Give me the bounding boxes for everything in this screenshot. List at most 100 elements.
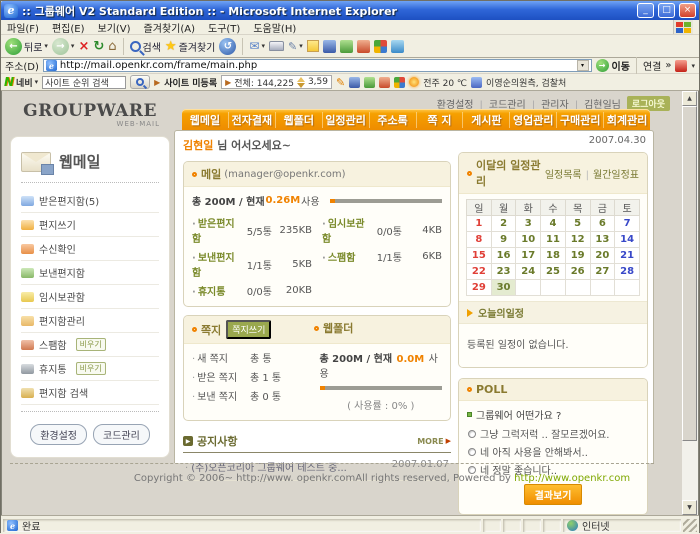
nav-webfolder[interactable]: 웹폴더 (276, 112, 323, 128)
sidebar-item-folder-manage[interactable]: 편지함관리 (21, 309, 159, 333)
sidebar-item-mail-search[interactable]: 편지함 검색 (21, 381, 159, 405)
menu-file[interactable]: 파일(F) (7, 20, 39, 35)
scrollbar-thumb[interactable] (682, 106, 697, 441)
nav-accounting[interactable]: 회계관리 (604, 112, 650, 128)
folder-link[interactable]: 임시보관함 (322, 215, 370, 245)
address-input[interactable]: e http://mail.openkr.com/frame/main.php … (43, 59, 592, 72)
folder-link[interactable]: 보낸편지함 (192, 249, 240, 279)
nav-contacts[interactable]: 주소록 (370, 112, 417, 128)
code-manage-button[interactable]: 코드관리 (93, 424, 150, 445)
folder-link[interactable]: 스팸함 (322, 249, 370, 264)
memo-row-label[interactable]: 보낸 쪽지 (192, 388, 250, 403)
addon-button-2[interactable] (340, 40, 353, 53)
minimize-button[interactable]: _ (637, 3, 654, 18)
search-button[interactable]: 검색 (130, 39, 161, 54)
folder-manage-icon (21, 316, 34, 326)
close-button[interactable]: × (679, 3, 696, 18)
nav-sales[interactable]: 영업관리 (510, 112, 557, 128)
maximize-button[interactable]: □ (658, 3, 675, 18)
menu-view[interactable]: 보기(V) (98, 20, 131, 35)
edit-dropdown-icon[interactable]: ▾ (299, 42, 303, 50)
sidebar-item-inbox[interactable]: 받은편지함(5) (21, 189, 159, 213)
addon-button-5[interactable] (391, 40, 404, 53)
window-titlebar[interactable]: e :: 그룹웨어 V2 Standard Edition :: - Micro… (1, 1, 699, 20)
write-memo-button[interactable]: 쪽지쓰기 (226, 320, 271, 339)
acrobat-dropdown-icon[interactable]: ▾ (691, 62, 695, 70)
folder-link[interactable]: 받은편지함 (192, 215, 240, 245)
addon-button-3[interactable] (357, 40, 370, 53)
home-button[interactable]: ⌂ (108, 39, 116, 54)
memo-row-label[interactable]: 받은 쪽지 (192, 369, 250, 384)
sidebar-item-label: 임시보관함 (39, 289, 85, 304)
address-url[interactable]: http://mail.openkr.com/frame/main.php (60, 60, 574, 71)
naver-dropdown-icon[interactable]: ▾ (35, 78, 39, 86)
vertical-scrollbar[interactable]: ▲ ▼ (682, 91, 698, 515)
sidebar-item-receipt-check[interactable]: 수신확인 (21, 237, 159, 261)
footer-link-2[interactable]: http://www.openkr.com (514, 473, 630, 484)
menu-favorites[interactable]: 즐겨찾기(A) (144, 20, 195, 35)
weather-label[interactable]: 전주 20 ℃ (423, 76, 467, 89)
mail-button[interactable]: ✉ ▾ (249, 39, 265, 53)
news-ticker[interactable]: 이영순의원측, 검찰처 (486, 76, 566, 89)
poll-panel: POLL 그룹웨어 어떤가요 ? 그냥 그럭저럭 .. 잘모르겠어요. (458, 378, 648, 515)
naver-logo-button[interactable]: N 네비 ▾ (4, 75, 38, 89)
forward-button[interactable]: → ▾ (52, 38, 75, 55)
go-button[interactable]: → 이동 (596, 58, 630, 73)
notice-more-link[interactable]: MORE ▶ (417, 437, 451, 446)
mail-dropdown-icon[interactable]: ▾ (261, 42, 265, 50)
schedule-list-link[interactable]: 일정목록 (545, 166, 589, 181)
footer-link-1[interactable]: http://www. openkr.com (236, 473, 355, 484)
empty-spam-button[interactable]: 비우기 (76, 338, 106, 351)
empty-trash-button[interactable]: 비우기 (76, 362, 106, 375)
favorites-button[interactable]: ★ 즐겨찾기 (165, 39, 215, 54)
nav-webmail[interactable]: 웹메일 (182, 112, 229, 128)
back-dropdown-icon[interactable]: ▾ (44, 42, 48, 50)
acrobat-icon[interactable] (675, 60, 687, 72)
menu-help[interactable]: 도움말(H) (253, 20, 296, 35)
back-button[interactable]: ← 뒤로 ▾ (5, 38, 48, 55)
naver-tool-icon-4[interactable] (394, 77, 405, 88)
menu-edit[interactable]: 편집(E) (52, 20, 85, 35)
stop-button[interactable]: × (78, 39, 89, 54)
nav-board[interactable]: 게시판 (463, 112, 510, 128)
env-settings-button[interactable]: 환경설정 (30, 424, 87, 445)
sidebar-item-drafts[interactable]: 임시보관함 (21, 285, 159, 309)
links-label[interactable]: 연결 (643, 58, 661, 73)
site-status-label[interactable]: 사이트 미등록 (164, 76, 217, 89)
addon-button-4[interactable] (374, 40, 387, 53)
links-chevron-icon[interactable]: » (665, 60, 671, 71)
refresh-button[interactable]: ↻ (93, 39, 104, 54)
memo-row-label[interactable]: 새 쪽지 (192, 350, 250, 365)
naver-search-button[interactable] (130, 75, 150, 89)
nav-schedule[interactable]: 일정관리 (323, 112, 370, 128)
scroll-down-button[interactable]: ▼ (682, 500, 697, 515)
print-button[interactable] (269, 41, 284, 51)
folder-link[interactable]: 휴지통 (192, 283, 240, 298)
nav-purchase[interactable]: 구매관리 (557, 112, 604, 128)
sidebar-item-spam[interactable]: 스팸함비우기 (21, 333, 159, 357)
naver-tool-icon-1[interactable] (349, 77, 360, 88)
address-dropdown-icon[interactable]: ▾ (577, 60, 589, 71)
naver-tool-icon-2[interactable] (364, 77, 375, 88)
poll-result-button[interactable]: 결과보기 (524, 484, 583, 505)
resize-grip[interactable] (683, 519, 697, 532)
naver-tool-icon-3[interactable] (379, 77, 390, 88)
edit-button[interactable]: ✎ ▾ (288, 40, 303, 53)
sidebar-item-trash[interactable]: 휴지통비우기 (21, 357, 159, 381)
sidebar-item-compose[interactable]: 편지쓰기 (21, 213, 159, 237)
nav-memo[interactable]: 쪽 지 (417, 112, 464, 128)
forward-dropdown-icon[interactable]: ▾ (71, 42, 75, 50)
nav-approval[interactable]: 전자결재 (229, 112, 276, 128)
history-button[interactable]: ↺ (219, 38, 236, 55)
monthly-schedule-link[interactable]: 월간일정표 (593, 166, 639, 181)
addon-button-1[interactable] (323, 40, 336, 53)
sidebar-item-sent[interactable]: 보낸편지함 (21, 261, 159, 285)
radio-button[interactable] (468, 448, 476, 456)
notice-item-link[interactable]: (주)오픈코리아 그룹웨어 테스트 중... (185, 459, 392, 474)
menu-tools[interactable]: 도구(T) (208, 20, 240, 35)
discuss-button[interactable] (307, 40, 319, 52)
pencil-icon[interactable]: ✎ (336, 76, 345, 89)
naver-search-input[interactable] (42, 76, 126, 89)
scroll-up-button[interactable]: ▲ (682, 91, 697, 106)
radio-button[interactable] (468, 430, 476, 438)
